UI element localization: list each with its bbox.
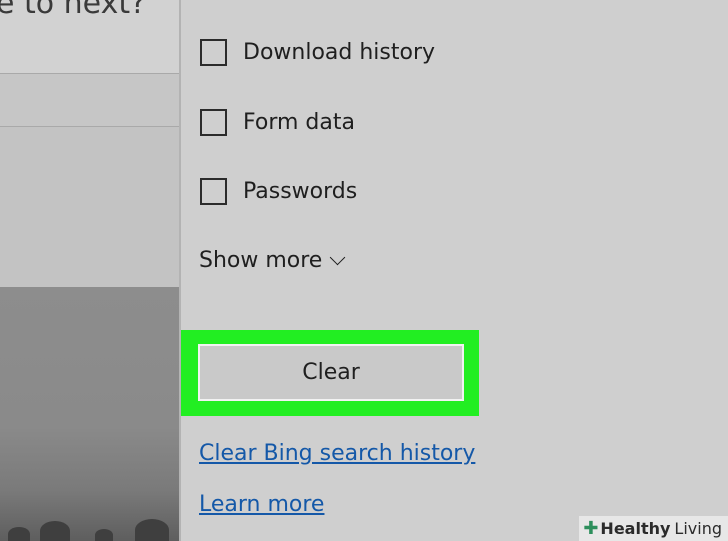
clear-button[interactable]: Clear bbox=[198, 344, 464, 401]
tree-silhouette bbox=[8, 527, 30, 541]
background-photo bbox=[0, 287, 179, 541]
clear-browsing-data-panel: Download history Form data Passwords Sho… bbox=[181, 0, 728, 541]
background-bar bbox=[0, 73, 179, 127]
plus-icon: ✚ bbox=[583, 518, 599, 539]
passwords-checkbox[interactable] bbox=[200, 178, 227, 205]
form-data-label: Form data bbox=[243, 110, 355, 135]
tree-silhouette bbox=[95, 529, 113, 541]
checkbox-row-passwords[interactable]: Passwords bbox=[200, 178, 357, 205]
download-history-checkbox[interactable] bbox=[200, 39, 227, 66]
healthy-living-watermark: ✚ Healthy Living bbox=[579, 516, 728, 541]
clear-bing-history-link[interactable]: Clear Bing search history bbox=[199, 441, 475, 466]
background-area bbox=[0, 127, 179, 287]
show-more-toggle[interactable]: Show more bbox=[199, 248, 346, 273]
clear-button-label: Clear bbox=[302, 360, 360, 385]
watermark-brand-bold: Healthy bbox=[600, 519, 671, 538]
watermark-brand-light: Living bbox=[674, 519, 722, 538]
checkbox-row-form-data[interactable]: Form data bbox=[200, 109, 355, 136]
show-more-label: Show more bbox=[199, 248, 323, 273]
background-heading: e to next? bbox=[0, 0, 147, 21]
checkbox-row-download-history[interactable]: Download history bbox=[200, 39, 435, 66]
background-page: e to next? bbox=[0, 0, 179, 541]
learn-more-link[interactable]: Learn more bbox=[199, 492, 324, 517]
tree-silhouette bbox=[40, 521, 70, 541]
tree-silhouette bbox=[135, 519, 169, 541]
background-header: e to next? bbox=[0, 0, 179, 73]
passwords-label: Passwords bbox=[243, 179, 358, 204]
chevron-down-icon bbox=[330, 249, 346, 266]
download-history-label: Download history bbox=[243, 40, 436, 65]
form-data-checkbox[interactable] bbox=[200, 109, 227, 136]
